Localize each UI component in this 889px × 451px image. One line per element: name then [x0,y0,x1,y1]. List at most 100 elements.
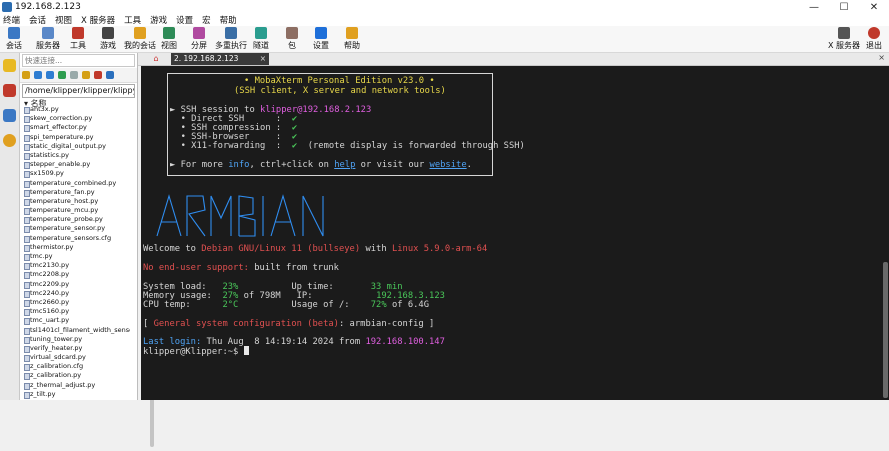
welcome-line: Welcome to Debian GNU/Linux 11 (bullseye… [143,244,488,254]
file-list-item[interactable]: tmc2130.py [20,261,130,271]
file-list-item[interactable]: stepper_enable.py [20,160,130,170]
file-list-item[interactable]: aht3x.py [20,105,130,115]
toolbar-packages-button[interactable]: 包 [286,27,298,51]
prompt-line[interactable]: klipper@Klipper:~$ [143,346,249,357]
shell-prompt: klipper@Klipper:~$ [143,347,244,357]
file-list-item[interactable]: z_tilt.py [20,390,130,399]
file-list-item[interactable]: z_calibration.cfg [20,362,130,372]
file-list-item[interactable]: temperature_host.py [20,197,130,207]
toolbar-tools-button[interactable]: 工具 [70,27,86,51]
toolbar-session-button[interactable]: 会话 [6,27,22,51]
close-button[interactable]: ✕ [859,2,889,13]
toolbar-help-button[interactable]: 帮助 [344,27,360,51]
toolbar-exit-button[interactable]: 退出 [866,27,882,51]
menu-games[interactable]: 游戏 [150,14,167,26]
settings-icon [315,27,327,39]
tools-icon[interactable] [3,84,16,97]
file-list-item[interactable]: temperature_sensor.py [20,224,130,234]
toolbar-settings-button[interactable]: 设置 [313,27,329,51]
file-list-item[interactable]: temperature_fan.py [20,188,130,197]
my-sessions-icon [134,27,146,39]
cpu-temp-value: 2°C [222,300,239,310]
new-file-icon[interactable] [70,71,78,79]
menu-view[interactable]: 视图 [55,14,72,26]
toolbar-tunneling-button[interactable]: 隧道 [253,27,269,51]
toolbar-servers-button[interactable]: 服务器 [36,27,60,51]
maximize-button[interactable]: ☐ [829,2,859,13]
file-list-item[interactable]: smart_effector.py [20,123,130,133]
help-link[interactable]: help [334,160,355,170]
file-list-item[interactable]: thermistor.py [20,243,130,252]
tools-icon [72,27,84,39]
os-name: Debian GNU/Linux 11 (bullseye) [201,244,361,254]
refresh-icon[interactable] [58,71,66,79]
file-list-item[interactable]: temperature_probe.py [20,215,130,225]
settings-icon[interactable] [106,71,114,79]
tab-session[interactable]: 2. 192.168.2.123 × [171,53,269,65]
file-list-item[interactable]: tuning_tower.py [20,335,130,344]
split-icon [193,27,205,39]
file-list-item[interactable]: tmc5160.py [20,307,130,317]
file-list-item[interactable]: virtual_sdcard.py [20,353,130,363]
tab-close-icon[interactable]: × [260,53,266,65]
file-list-item[interactable]: skew_correction.py [20,114,130,124]
terminal-scrollbar-thumb[interactable] [883,262,888,398]
file-list-item[interactable]: statistics.py [20,151,130,161]
terminal[interactable]: • MobaXterm Personal Edition v23.0 • (SS… [141,66,882,400]
file-list-item[interactable]: z_thermal_adjust.py [20,381,130,390]
toolbar-games-button[interactable]: 游戏 [100,27,116,51]
file-list-item[interactable]: tmc2208.py [20,270,130,280]
file-list-item[interactable]: spi_temperature.py [20,133,130,142]
macro-icon[interactable] [3,109,16,122]
file-list-item[interactable]: tmc2209.py [20,280,130,289]
toolbar-view-button[interactable]: 视图 [161,27,177,51]
exit-icon [868,27,880,39]
file-list-item[interactable]: tmc_uart.py [20,316,130,326]
upload-icon[interactable] [46,71,54,79]
toolbar-split-button[interactable]: 分屏 [191,27,207,51]
file-list-item[interactable]: z_calibration.py [20,371,130,381]
menu-terminal[interactable]: 终端 [3,14,20,26]
menu-settings[interactable]: 设置 [176,14,193,26]
file-list-item[interactable]: tsl1401cl_filament_width_sensor. [20,326,130,335]
file-list-item[interactable]: tmc2240.py [20,289,130,298]
armbian-ascii-logo [156,194,324,237]
help-icon [346,27,358,39]
kernel-name: Linux 5.9.0-arm-64 [391,244,488,254]
menu-tools[interactable]: 工具 [124,14,141,26]
file-list-item[interactable]: temperature_sensors.cfg [20,234,130,243]
toolbar-multiexec-button[interactable]: 多重执行 [215,27,247,51]
file-list-item[interactable]: temperature_mcu.py [20,206,130,216]
terminal-scrollbar[interactable] [882,66,889,400]
download-icon[interactable] [34,71,42,79]
toolbar-xserver-button[interactable]: X 服务器 [828,27,860,51]
star-icon[interactable] [3,59,16,72]
home-tab[interactable]: ⌂ [144,54,168,64]
minimize-button[interactable]: — [799,2,829,13]
info-link[interactable]: info [228,160,249,170]
menu-xserver[interactable]: X 服务器 [81,14,115,26]
stats-row: CPU temp: 2°C Usage of /: 72% of 6.4G [143,300,430,310]
multiexec-icon [225,27,237,39]
last-login-ip: 192.168.100.147 [365,337,445,347]
file-list-item[interactable]: tmc2660.py [20,298,130,308]
file-list-item[interactable]: tmc.py [20,252,130,262]
remote-path-input[interactable]: /home/klipper/klipper/klippy/extra [22,84,135,98]
up-folder-icon[interactable] [22,71,30,79]
menu-sessions[interactable]: 会话 [29,14,46,26]
quick-connect-input[interactable]: 快速连接... [22,54,135,67]
delete-icon[interactable] [94,71,102,79]
file-list-item[interactable]: verify_heater.py [20,344,130,354]
close-all-tabs-icon[interactable]: × [878,53,885,62]
file-list-item[interactable]: sx1509.py [20,169,130,179]
sftp-icon[interactable] [3,134,16,147]
view-icon [163,27,175,39]
menu-macros[interactable]: 宏 [202,14,211,26]
new-folder-icon[interactable] [82,71,90,79]
file-list-item[interactable]: temperature_combined.py [20,179,130,188]
toolbar-my-sessions-button[interactable]: 我的会话 [124,27,156,51]
menu-help[interactable]: 帮助 [220,14,237,26]
file-list-item[interactable]: static_digital_output.py [20,142,130,151]
website-link[interactable]: website [430,160,467,170]
terminal-cursor [243,346,249,355]
